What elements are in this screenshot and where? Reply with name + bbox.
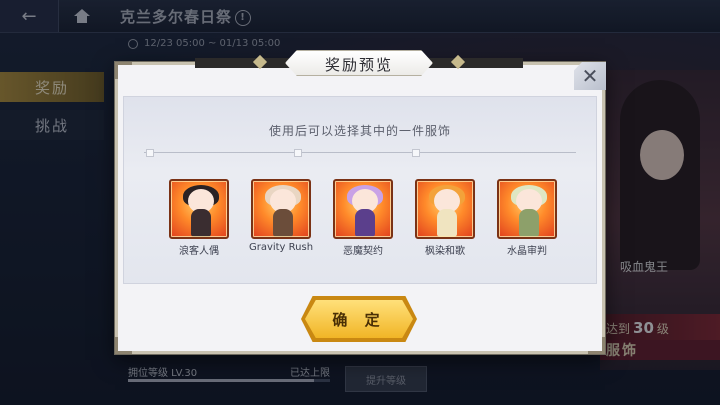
reward-item[interactable]: 水晶审判 bbox=[492, 179, 562, 257]
costume-icon bbox=[251, 179, 311, 239]
divider bbox=[144, 152, 576, 153]
confirm-button[interactable]: 确 定 bbox=[305, 300, 413, 338]
reward-items: 浪客人偶 Gravity Rush 恶魔契约 枫染和歌 水晶审判 bbox=[164, 179, 564, 259]
reward-item-label: Gravity Rush bbox=[248, 242, 314, 253]
costume-icon bbox=[415, 179, 475, 239]
reward-panel: 使用后可以选择其中的一件服饰 浪客人偶 Gravity Rush 恶魔契约 枫染和歌 水… bbox=[123, 96, 597, 284]
reward-item-label: 浪客人偶 bbox=[179, 246, 219, 257]
costume-icon bbox=[497, 179, 557, 239]
dialog-title-plate: 奖励预览 bbox=[195, 50, 523, 76]
reward-item[interactable]: 恶魔契约 bbox=[328, 179, 398, 257]
reward-item[interactable]: 浪客人偶 bbox=[164, 179, 234, 257]
costume-icon bbox=[169, 179, 229, 239]
reward-item[interactable]: Gravity Rush bbox=[246, 179, 316, 253]
close-icon: ✕ bbox=[581, 64, 599, 88]
reward-item-label: 枫染和歌 bbox=[425, 246, 465, 257]
reward-item-label: 恶魔契约 bbox=[343, 246, 383, 257]
costume-icon bbox=[333, 179, 393, 239]
dialog-hint: 使用后可以选择其中的一件服饰 bbox=[268, 124, 451, 138]
close-button[interactable]: ✕ bbox=[574, 62, 606, 90]
reward-item[interactable]: 枫染和歌 bbox=[410, 179, 480, 257]
reward-item-label: 水晶审判 bbox=[507, 246, 547, 257]
dialog-title: 奖励预览 bbox=[324, 56, 393, 74]
